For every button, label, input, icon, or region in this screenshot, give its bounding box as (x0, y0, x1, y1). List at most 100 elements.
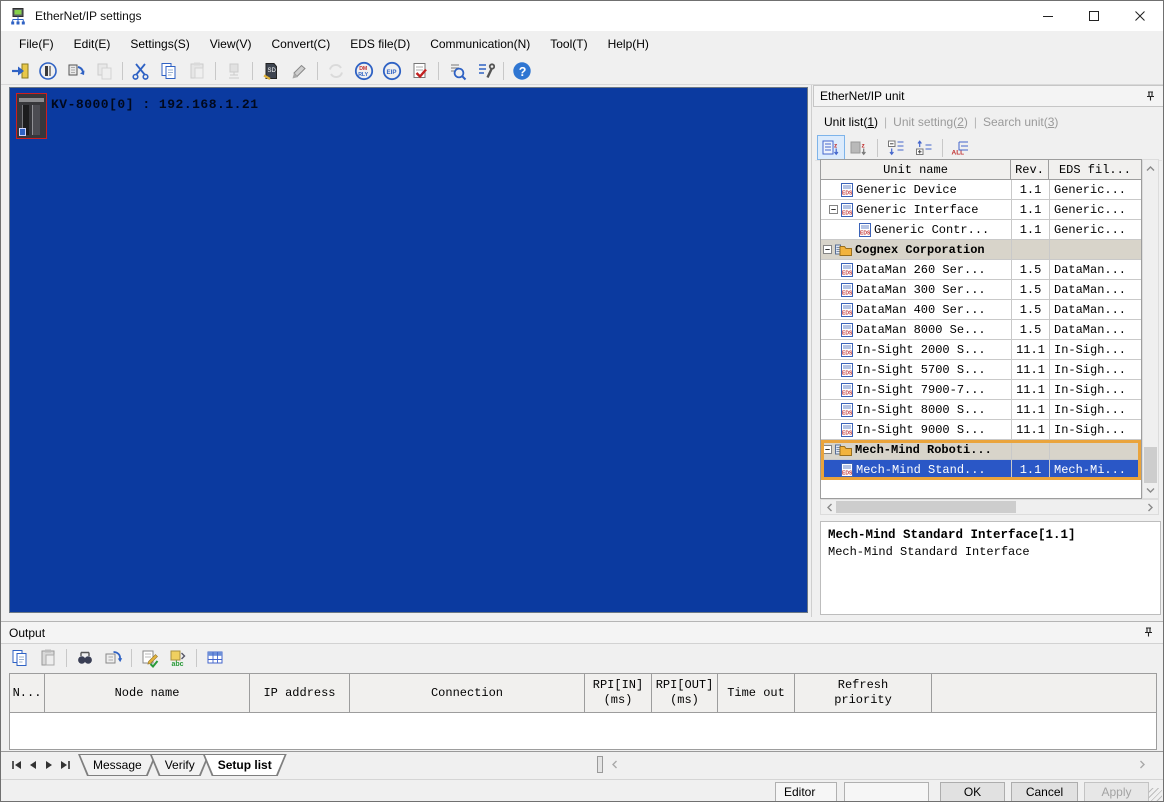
unit-row[interactable]: EDSGeneric Device1.1Generic... (821, 180, 1141, 200)
first-tab-icon[interactable] (9, 757, 25, 773)
unit-row[interactable]: EDSDataMan 400 Ser...1.5DataMan... (821, 300, 1141, 320)
verify-icon[interactable] (406, 58, 434, 83)
output-column-header[interactable]: Time out (718, 674, 795, 712)
exit-icon[interactable] (6, 58, 34, 83)
svg-text:z: z (834, 142, 838, 149)
sort-az-icon[interactable]: z (817, 135, 845, 160)
unit-row[interactable]: EDSMech-Mind Stand...1.1Mech-Mi... (821, 460, 1141, 480)
unit-row[interactable]: EDSDataMan 260 Ser...1.5DataMan... (821, 260, 1141, 280)
menu-edit-e-[interactable]: Edit(E) (64, 32, 121, 56)
copy-icon[interactable] (6, 646, 34, 671)
unit-column-header[interactable]: EDS fil... (1049, 160, 1141, 179)
eip-monitor-icon[interactable]: EIP (378, 58, 406, 83)
collapse-expander-icon[interactable] (823, 445, 832, 454)
tab-message[interactable]: Message (78, 754, 157, 776)
vendor-group-row[interactable]: Cognex Corporation (821, 240, 1141, 260)
toolbar-separator (252, 62, 253, 80)
unit-row[interactable]: EDSIn-Sight 2000 S...11.1In-Sigh... (821, 340, 1141, 360)
output-column-header[interactable]: Connection (350, 674, 585, 712)
cut-icon[interactable] (127, 58, 155, 83)
tab-search-unit-3[interactable]: Search unit(3) (978, 113, 1063, 131)
unit-column-header[interactable]: Unit name (821, 160, 1011, 179)
output-column-header[interactable]: Node name (45, 674, 250, 712)
collapse-expander-icon[interactable] (829, 205, 838, 214)
find-icon[interactable] (71, 646, 99, 671)
scroll-right-icon[interactable] (1142, 500, 1158, 514)
resize-grip[interactable] (1148, 788, 1162, 802)
edit-check-icon[interactable] (136, 646, 164, 671)
unit-list-horizontal-scrollbar[interactable] (820, 499, 1159, 515)
menu-view-v-[interactable]: View(V) (200, 32, 262, 56)
pin-icon[interactable] (1142, 626, 1155, 639)
unit-row[interactable]: EDSIn-Sight 9000 S...11.1In-Sigh... (821, 420, 1141, 440)
setup-list-horizontal-scrollbar[interactable] (597, 756, 1149, 773)
scroll-up-icon[interactable] (1143, 160, 1158, 176)
menu-settings-s-[interactable]: Settings(S) (120, 32, 199, 56)
status-bar: Editor OKCancelApply (1, 779, 1163, 802)
output-column-header[interactable]: RPI[OUT] (ms) (652, 674, 718, 712)
unit-column-header[interactable]: Rev. (1011, 160, 1049, 179)
output-column-header[interactable]: RPI[IN] (ms) (585, 674, 652, 712)
unit-row[interactable]: EDSDataMan 8000 Se...1.5DataMan... (821, 320, 1141, 340)
unit-row[interactable]: EDSGeneric Interface1.1Generic... (821, 200, 1141, 220)
previous-tab-icon[interactable] (25, 757, 41, 773)
scrollbar-thumb[interactable] (1144, 447, 1157, 483)
unit-rev-cell: 1.1 (1011, 460, 1049, 479)
output-column-header[interactable] (932, 674, 1156, 712)
splitter-handle[interactable] (597, 756, 603, 773)
ok-button[interactable]: OK (940, 782, 1005, 802)
tab-verify[interactable]: Verify (150, 754, 210, 776)
sort-az-gray-icon[interactable]: z (845, 135, 873, 160)
output-column-header[interactable]: Refresh priority (795, 674, 932, 712)
unit-setup-icon[interactable] (471, 58, 499, 83)
scrollbar-thumb[interactable] (836, 501, 1016, 513)
tab-unit-setting-2[interactable]: Unit setting(2) (888, 113, 973, 131)
menu-file-f-[interactable]: File(F) (9, 32, 64, 56)
unit-row[interactable]: EDSIn-Sight 7900-7...11.1In-Sigh... (821, 380, 1141, 400)
unit-row[interactable]: EDSGeneric Contr...1.1Generic... (821, 220, 1141, 240)
show-all-icon[interactable]: ALL (947, 135, 975, 160)
close-button[interactable] (1117, 1, 1163, 31)
tab-setup-list[interactable]: Setup list (203, 754, 287, 776)
menu-eds-file-d-[interactable]: EDS file(D) (340, 32, 420, 56)
unit-row[interactable]: EDSIn-Sight 8000 S...11.1In-Sigh... (821, 400, 1141, 420)
vendor-group-row[interactable]: Mech-Mind Roboti... (821, 440, 1141, 460)
copy-icon[interactable] (155, 58, 183, 83)
search-unit-icon[interactable] (443, 58, 471, 83)
scroll-left-icon[interactable] (607, 756, 621, 773)
tab-unit-list-1[interactable]: Unit list(1) (819, 113, 883, 131)
next-tab-icon[interactable] (41, 757, 57, 773)
menu-tool-t-[interactable]: Tool(T) (540, 32, 597, 56)
grid-setup-icon[interactable] (201, 646, 229, 671)
collapse-all-icon[interactable] (882, 135, 910, 160)
output-column-header[interactable]: N... (10, 674, 45, 712)
minimize-button[interactable] (1025, 1, 1071, 31)
sd-card-icon[interactable]: SD (257, 58, 285, 83)
unit-monitor-icon[interactable] (34, 58, 62, 83)
unit-transfer-icon[interactable] (62, 58, 90, 83)
scroll-down-icon[interactable] (1143, 482, 1158, 498)
help-icon[interactable]: ? (508, 58, 536, 83)
brush-icon[interactable] (285, 58, 313, 83)
unit-name-cell: EDSIn-Sight 9000 S... (821, 420, 1011, 439)
unit-list-vertical-scrollbar[interactable] (1142, 159, 1159, 499)
scroll-left-icon[interactable] (821, 500, 837, 514)
cancel-button[interactable]: Cancel (1011, 782, 1078, 802)
dm-rly-monitor-icon[interactable]: DMRLY (350, 58, 378, 83)
plc-device-thumbnail[interactable] (16, 93, 47, 139)
unit-row[interactable]: EDSIn-Sight 5700 S...11.1In-Sigh... (821, 360, 1141, 380)
menu-communication-n-[interactable]: Communication(N) (420, 32, 540, 56)
pin-icon[interactable] (1144, 90, 1157, 103)
menu-help-h-[interactable]: Help(H) (598, 32, 659, 56)
jump-icon[interactable] (99, 646, 127, 671)
expand-all-icon[interactable] (910, 135, 938, 160)
menu-convert-c-[interactable]: Convert(C) (262, 32, 341, 56)
paste-icon[interactable] (34, 646, 62, 671)
collapse-expander-icon[interactable] (823, 245, 832, 254)
maximize-button[interactable] (1071, 1, 1117, 31)
output-column-header[interactable]: IP address (250, 674, 350, 712)
scroll-right-icon[interactable] (1135, 756, 1149, 773)
last-tab-icon[interactable] (57, 757, 73, 773)
unit-row[interactable]: EDSDataMan 300 Ser...1.5DataMan... (821, 280, 1141, 300)
convert-abc-icon[interactable]: abc (164, 646, 192, 671)
